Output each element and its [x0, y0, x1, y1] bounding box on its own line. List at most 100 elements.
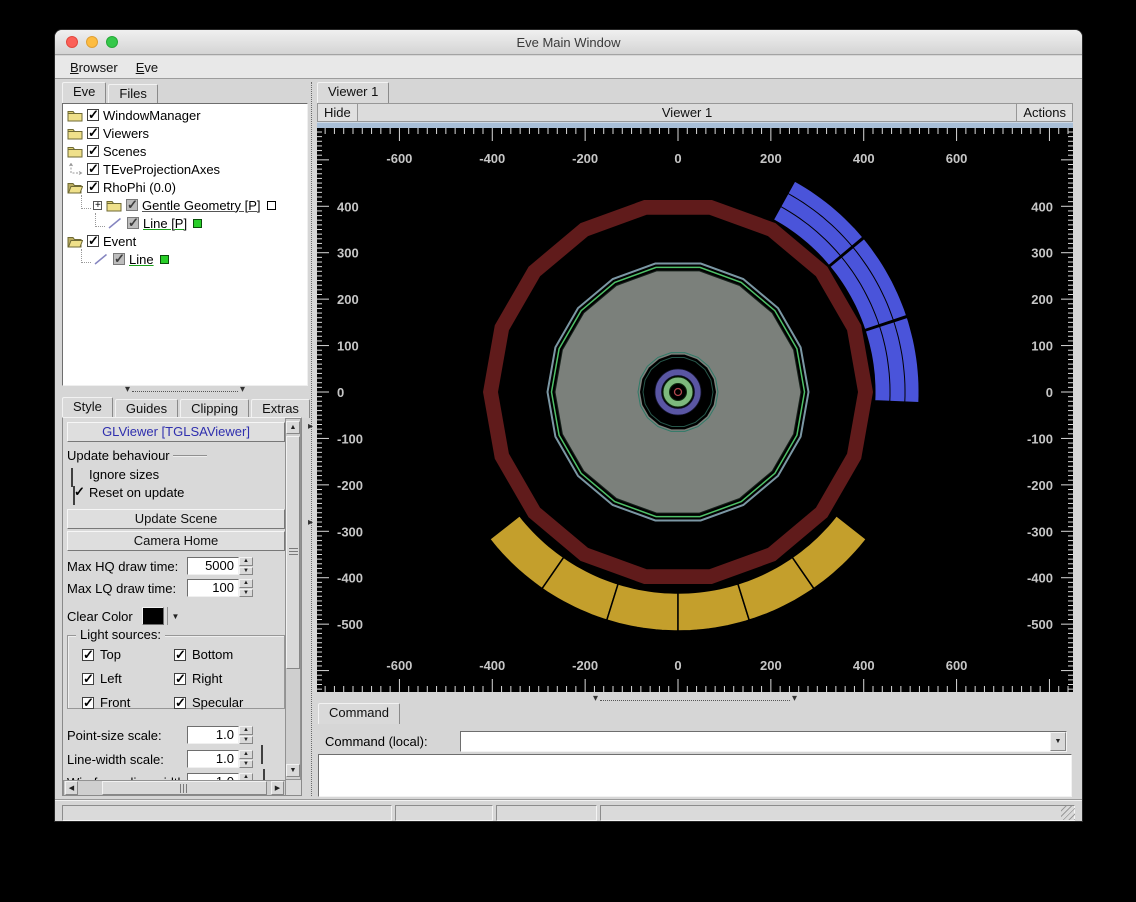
- tree-item[interactable]: Viewers: [63, 124, 307, 142]
- expander-icon[interactable]: [93, 200, 102, 211]
- visibility-checkbox[interactable]: [126, 197, 138, 213]
- clear-color-dropdown[interactable]: ▼: [167, 607, 183, 625]
- render-state-square[interactable]: [159, 254, 169, 264]
- splitter-collapse-icon[interactable]: [792, 691, 797, 709]
- render-state-square[interactable]: [193, 218, 203, 228]
- point-size-scale-stepper[interactable]: [239, 726, 253, 744]
- tree-item[interactable]: Event: [63, 232, 307, 250]
- spin-up-icon[interactable]: [239, 579, 253, 588]
- tree-item-label[interactable]: Line: [129, 252, 154, 267]
- tab-viewer-1[interactable]: Viewer 1: [317, 82, 390, 103]
- style-panel-vscrollbar[interactable]: [285, 418, 301, 780]
- tab-eve[interactable]: Eve: [62, 82, 107, 103]
- gl-viewer-canvas[interactable]: -600 -600 -400 -400 -200 -200 0 0 200 200 400 400 60…: [317, 128, 1073, 692]
- max-lq-stepper[interactable]: [239, 579, 253, 597]
- tab-files[interactable]: Files: [108, 84, 158, 103]
- spin-up-icon[interactable]: [239, 557, 253, 566]
- spin-down-icon[interactable]: [239, 759, 253, 768]
- tree-item[interactable]: Scenes: [63, 142, 307, 160]
- visibility-checkbox[interactable]: [87, 233, 99, 249]
- tab-extras[interactable]: Extras: [251, 399, 310, 418]
- spin-up-icon[interactable]: [239, 750, 253, 759]
- light-specular-checkbox[interactable]: [174, 695, 186, 711]
- render-state-square[interactable]: [266, 200, 276, 210]
- spin-down-icon[interactable]: [239, 566, 253, 575]
- max-hq-input[interactable]: 5000: [187, 557, 239, 575]
- titlebar[interactable]: Eve Main Window: [55, 30, 1082, 55]
- eve-scene-tree[interactable]: WindowManager Viewers Scenes TEveProjection…: [62, 103, 308, 386]
- splitter-handle[interactable]: [311, 82, 312, 796]
- combo-dropdown-button[interactable]: [1050, 732, 1066, 751]
- glviewer-button[interactable]: GLViewer [TGLSAViewer]: [67, 422, 285, 442]
- max-lq-input[interactable]: 100: [187, 579, 239, 597]
- max-hq-stepper[interactable]: [239, 557, 253, 575]
- light-right-checkbox[interactable]: [174, 671, 186, 687]
- splitter-collapse-icon[interactable]: [308, 416, 313, 434]
- spin-up-icon[interactable]: [239, 726, 253, 735]
- spin-down-icon[interactable]: [239, 588, 253, 597]
- visibility-checkbox[interactable]: [113, 251, 125, 267]
- tree-item-label[interactable]: Scenes: [103, 144, 146, 159]
- menu-item-browser[interactable]: Browser: [61, 58, 127, 77]
- spin-down-icon[interactable]: [239, 735, 253, 744]
- tree-item-label[interactable]: Gentle Geometry [P]: [142, 198, 261, 213]
- tab-command[interactable]: Command: [318, 703, 400, 724]
- light-front-checkbox[interactable]: [82, 695, 94, 711]
- tree-item-label[interactable]: Event: [103, 234, 136, 249]
- light-left-checkbox[interactable]: [82, 671, 94, 687]
- point-size-scale-input[interactable]: 1.0: [187, 726, 239, 744]
- scroll-left-icon[interactable]: [65, 781, 78, 795]
- point-size-scale-checkbox[interactable]: [261, 745, 263, 764]
- tree-item-label[interactable]: TEveProjectionAxes: [103, 162, 220, 177]
- tab-style[interactable]: Style: [62, 397, 113, 418]
- camera-home-button[interactable]: Camera Home: [67, 531, 285, 551]
- splitter-collapse-icon[interactable]: [308, 512, 313, 530]
- visibility-checkbox[interactable]: [87, 143, 99, 159]
- main-splitter[interactable]: [308, 82, 315, 796]
- visibility-checkbox[interactable]: [87, 179, 99, 195]
- tree-item[interactable]: TEveProjectionAxes: [63, 160, 307, 178]
- style-panel-hscrollbar[interactable]: [63, 780, 286, 795]
- light-top-checkbox[interactable]: [82, 647, 94, 663]
- command-combobox[interactable]: [460, 731, 1067, 752]
- tree-item[interactable]: Gentle Geometry [P]: [63, 195, 307, 214]
- actions-button[interactable]: Actions: [1017, 104, 1072, 121]
- splitter-handle[interactable]: [132, 390, 238, 392]
- line-width-scale-input[interactable]: 1.0: [187, 750, 239, 768]
- visibility-checkbox[interactable]: [87, 161, 99, 177]
- viewer-command-splitter[interactable]: [317, 695, 1073, 705]
- close-button[interactable]: [66, 36, 78, 48]
- splitter-collapse-icon[interactable]: [593, 691, 598, 709]
- vscroll-thumb[interactable]: [286, 436, 300, 669]
- scroll-down-icon[interactable]: [286, 764, 300, 777]
- splitter-handle[interactable]: [600, 699, 790, 701]
- reset-on-update-checkbox[interactable]: [73, 486, 75, 505]
- command-output[interactable]: [318, 754, 1072, 797]
- ignore-sizes-checkbox[interactable]: [71, 468, 73, 487]
- visibility-checkbox[interactable]: [127, 215, 139, 231]
- clear-color-swatch[interactable]: [142, 607, 164, 625]
- tree-item-label[interactable]: Line [P]: [143, 216, 187, 231]
- minimize-button[interactable]: [86, 36, 98, 48]
- tree-item-label[interactable]: WindowManager: [103, 108, 201, 123]
- light-bottom-checkbox[interactable]: [174, 647, 186, 663]
- tree-style-splitter[interactable]: [62, 386, 308, 396]
- scroll-up-icon[interactable]: [286, 421, 300, 434]
- visibility-checkbox[interactable]: [87, 125, 99, 141]
- tree-item[interactable]: RhoPhi (0.0): [63, 178, 307, 196]
- scroll-right-icon[interactable]: [271, 781, 284, 795]
- tree-item-label[interactable]: Viewers: [103, 126, 149, 141]
- tab-clipping[interactable]: Clipping: [180, 399, 250, 418]
- resize-grip[interactable]: [1061, 806, 1075, 820]
- update-scene-button[interactable]: Update Scene: [67, 509, 285, 529]
- command-input[interactable]: [461, 732, 1050, 751]
- tree-item[interactable]: Line [P]: [63, 213, 307, 232]
- menu-item-eve[interactable]: Eve: [127, 58, 167, 77]
- hide-button[interactable]: Hide: [318, 104, 357, 121]
- hscroll-thumb[interactable]: [102, 781, 267, 795]
- tree-item[interactable]: Line: [63, 249, 307, 268]
- tree-item[interactable]: WindowManager: [63, 106, 307, 124]
- line-width-scale-stepper[interactable]: [239, 750, 253, 768]
- tree-item-label[interactable]: RhoPhi (0.0): [103, 180, 176, 195]
- visibility-checkbox[interactable]: [87, 107, 99, 123]
